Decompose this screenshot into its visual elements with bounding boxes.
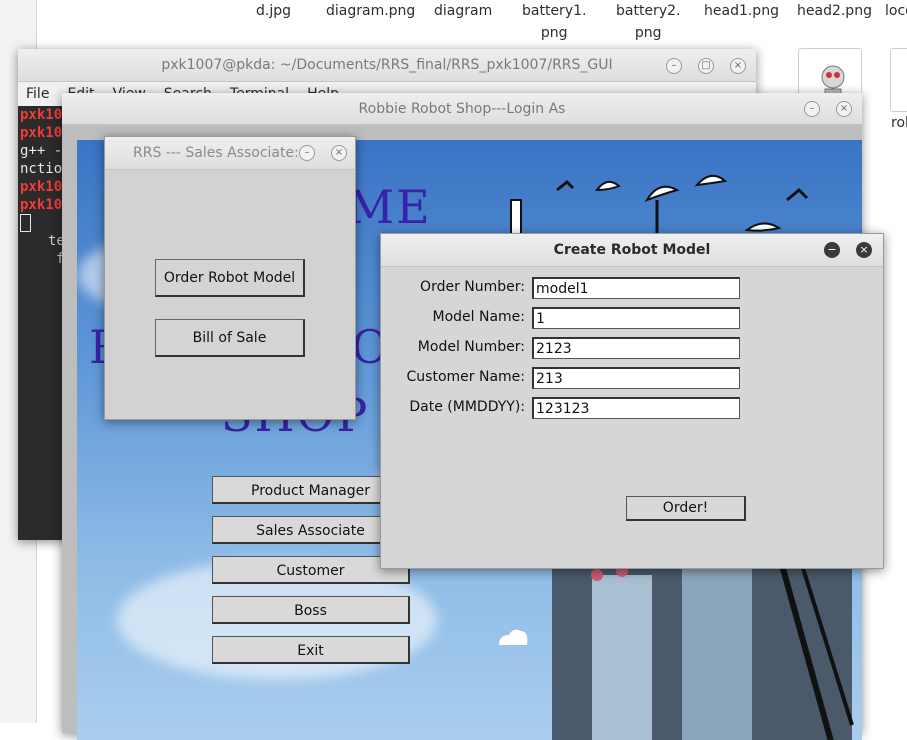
file-item-robot[interactable]: rob (891, 112, 907, 134)
terminal-line: pxk10 (20, 125, 63, 141)
maximize-icon[interactable]: □ (698, 58, 714, 74)
file-label: diagram (434, 3, 493, 19)
terminal-line: pxk10 (20, 107, 63, 123)
close-icon[interactable]: × (331, 145, 347, 161)
file-item-d-jpg[interactable]: d.jpg (256, 0, 291, 22)
file-label: battery2. png (616, 3, 681, 41)
order-robot-model-button[interactable]: Order Robot Model (155, 259, 305, 297)
create-robot-model-window[interactable]: Create Robot Model − × Order Number: Mod… (380, 233, 884, 569)
terminal-titlebar[interactable]: pxk1007@pkda: ~/Documents/RRS_final/RRS_… (18, 49, 756, 82)
terminal-cursor (20, 214, 31, 232)
order-number-label: Order Number: (420, 279, 525, 295)
file-label: rob (891, 115, 907, 131)
terminal-line: nctio (20, 161, 63, 177)
minimize-icon[interactable]: – (804, 101, 820, 117)
file-label: d.jpg (256, 3, 291, 19)
boss-button[interactable]: Boss (212, 596, 410, 624)
customer-name-input[interactable] (532, 367, 740, 389)
file-item-diagram-png[interactable]: diagram.png (326, 0, 415, 22)
close-icon[interactable]: × (836, 101, 852, 117)
minimize-icon[interactable]: – (299, 145, 315, 161)
file-label: head2.png (797, 3, 872, 19)
create-titlebar[interactable]: Create Robot Model (381, 234, 883, 267)
login-title: Robbie Robot Shop---Login As (358, 100, 566, 117)
date-input[interactable] (532, 397, 740, 419)
exit-button[interactable]: Exit (212, 636, 410, 664)
file-label: battery1. png (522, 3, 587, 41)
sales-titlebar[interactable]: RRS --- Sales Associate: (105, 137, 355, 170)
file-item-battery1[interactable]: battery1. png (522, 0, 586, 44)
model-name-label: Model Name: (432, 309, 525, 325)
order-number-input[interactable] (532, 277, 740, 299)
file-item-head1[interactable]: head1.png (704, 0, 779, 22)
file-item-head2[interactable]: head2.png (797, 0, 872, 22)
file-label: head1.png (704, 3, 779, 19)
terminal-title: pxk1007@pkda: ~/Documents/RRS_final/RRS_… (161, 57, 613, 73)
sales-title: RRS --- Sales Associate: (133, 145, 299, 161)
terminal-line: g++ - (20, 143, 63, 159)
file-label: diagram.png (326, 3, 416, 19)
thumbnail-partial[interactable] (890, 48, 907, 112)
close-icon[interactable]: × (856, 242, 872, 258)
banner-text: ME (347, 180, 432, 234)
terminal-line: pxk10 (20, 197, 63, 213)
file-item-diagram[interactable]: diagram (434, 0, 492, 22)
file-label: loco (885, 3, 907, 19)
model-number-input[interactable] (532, 337, 740, 359)
cloud-icon (499, 629, 528, 645)
file-item-battery2[interactable]: battery2. png (616, 0, 680, 44)
customer-name-label: Customer Name: (406, 369, 525, 385)
close-icon[interactable]: × (730, 58, 746, 74)
bill-of-sale-button[interactable]: Bill of Sale (155, 319, 305, 357)
model-name-input[interactable] (532, 307, 740, 329)
create-title: Create Robot Model (553, 242, 711, 258)
file-item-loco[interactable]: loco (885, 0, 907, 22)
robot-illustration-icon (552, 565, 854, 740)
minimize-icon[interactable]: − (824, 242, 840, 258)
menu-file[interactable]: File (26, 86, 49, 102)
date-label: Date (MMDDYY): (409, 399, 525, 415)
terminal-line: pxk10 (20, 179, 63, 195)
model-number-label: Model Number: (417, 339, 525, 355)
order-button[interactable]: Order! (626, 496, 746, 521)
minimize-icon[interactable]: – (666, 58, 682, 74)
login-titlebar[interactable]: Robbie Robot Shop---Login As (62, 93, 862, 125)
sales-associate-window[interactable]: RRS --- Sales Associate: – × Order Robot… (104, 136, 356, 420)
